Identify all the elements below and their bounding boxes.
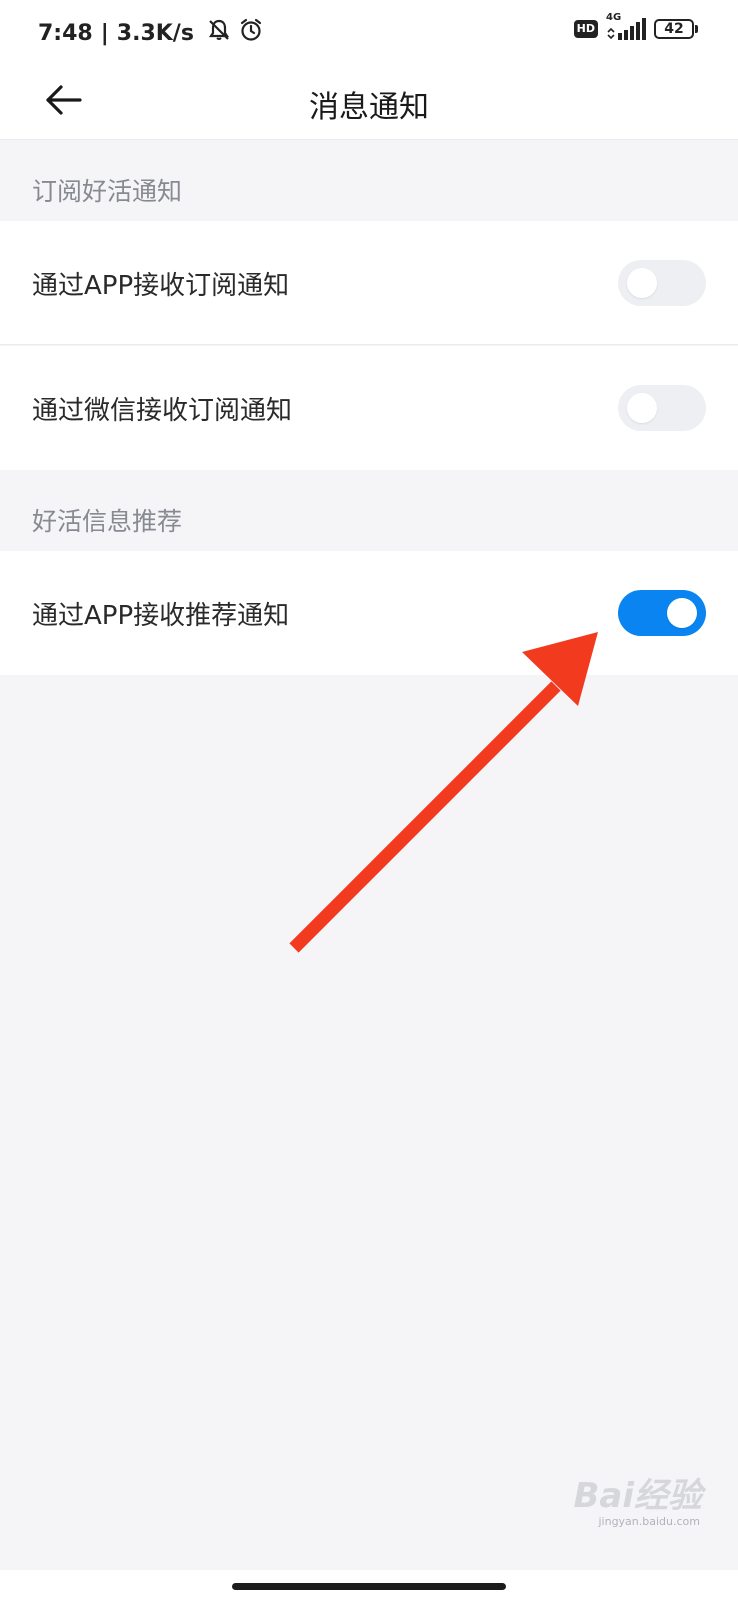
status-bar: 7:48 | 3.3K/s HD 4G 42 (0, 0, 738, 64)
toggle-wechat-subscription[interactable] (618, 385, 706, 431)
watermark-logo: Bai经验 (573, 1476, 702, 1516)
status-left: 7:48 | 3.3K/s (38, 17, 264, 49)
toggle-knob (627, 393, 657, 423)
watermark: Bai经验 (573, 1468, 702, 1517)
battery-icon: 42 (654, 19, 698, 39)
toggle-knob (667, 598, 697, 628)
battery-tip (695, 25, 698, 33)
setting-label: 通过APP接收订阅通知 (32, 271, 290, 301)
status-icons-left (206, 17, 264, 49)
section-header-subscription: 订阅好活通知 (32, 177, 183, 206)
toggle-app-subscription[interactable] (618, 260, 706, 306)
bell-muted-icon (206, 17, 232, 49)
setting-row-wechat-subscription: 通过微信接收订阅通知 (0, 346, 738, 470)
toggle-knob (627, 268, 657, 298)
network-speed: 3.3K/s (116, 20, 194, 46)
nav-bar: 消息通知 (0, 64, 738, 140)
watermark-url: jingyan.baidu.com (598, 1515, 700, 1528)
section-header-recommendation: 好活信息推荐 (32, 507, 183, 536)
signal-icon: 4G (606, 12, 646, 40)
setting-row-app-subscription: 通过APP接收订阅通知 (0, 221, 738, 345)
toggle-app-recommendation[interactable] (618, 590, 706, 636)
status-time: 7:48 (38, 20, 93, 46)
battery-level: 42 (654, 19, 694, 39)
setting-label: 通过微信接收订阅通知 (32, 396, 293, 426)
annotation-arrow-shaft (289, 681, 561, 953)
network-type: 4G (606, 12, 622, 23)
page-title: 消息通知 (309, 90, 429, 125)
setting-label: 通过APP接收推荐通知 (32, 601, 290, 631)
status-separator: | (100, 20, 109, 46)
alarm-clock-icon (238, 17, 264, 49)
status-right: HD 4G 42 (573, 12, 698, 40)
home-indicator[interactable] (232, 1583, 506, 1590)
setting-row-app-recommendation: 通过APP接收推荐通知 (0, 551, 738, 675)
hd-badge: HD (573, 20, 598, 38)
row-divider (0, 344, 738, 345)
